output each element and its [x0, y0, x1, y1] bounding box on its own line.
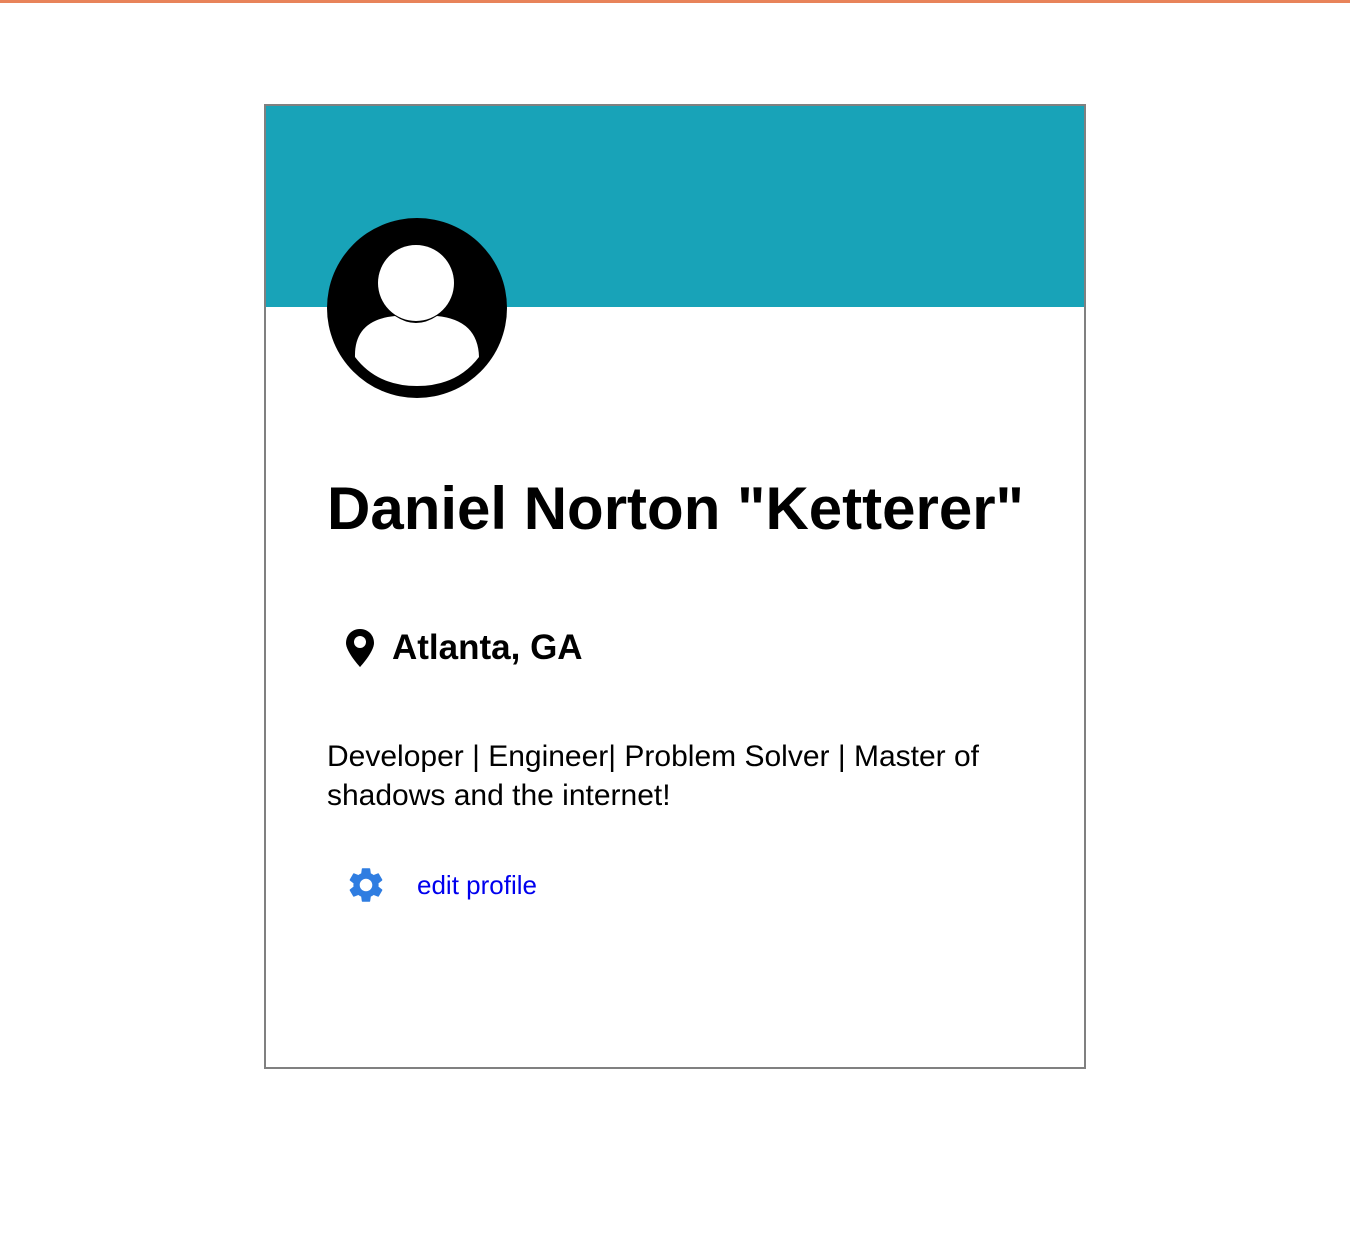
map-pin-icon: [346, 629, 374, 667]
gear-icon[interactable]: [345, 864, 387, 906]
location-row: Atlanta, GA: [344, 624, 583, 672]
edit-profile-link[interactable]: edit profile: [417, 867, 537, 903]
location-text: Atlanta, GA: [392, 628, 583, 667]
avatar: [327, 218, 507, 398]
profile-name: Daniel Norton "Ketterer": [327, 475, 1025, 542]
edit-profile-row[interactable]: edit profile: [345, 864, 537, 906]
profile-bio: Developer | Engineer| Problem Solver | M…: [327, 740, 980, 812]
user-circle-icon: [327, 218, 507, 398]
profile-card: Daniel Norton "Ketterer" Atlanta, GA Dev…: [264, 104, 1086, 1069]
top-accent-line: [0, 0, 1350, 3]
